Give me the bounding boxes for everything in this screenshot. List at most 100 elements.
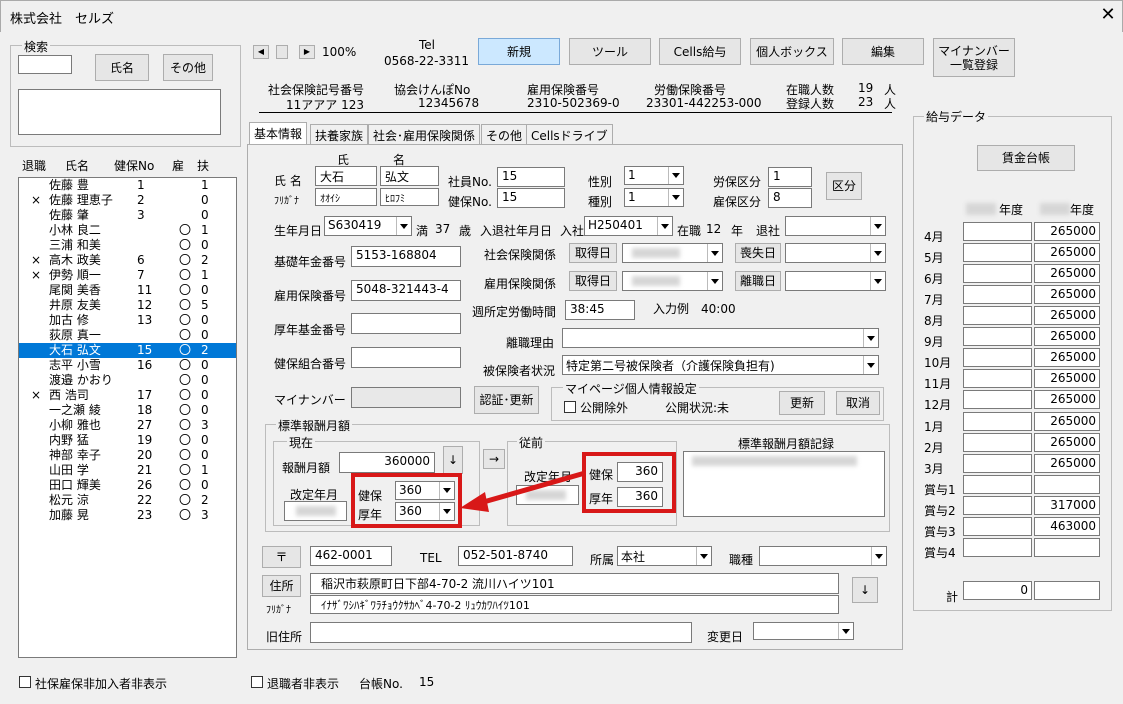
- list-item[interactable]: 内野 猛 19 〇 0: [19, 433, 236, 448]
- payroll-prev-year-cell[interactable]: [963, 348, 1032, 367]
- tab-cells-drive[interactable]: Cellsドライブ: [526, 124, 613, 144]
- payroll-value-cell[interactable]: 265000: [1034, 454, 1100, 473]
- shubetsu-select[interactable]: 1: [624, 188, 684, 207]
- list-item[interactable]: 山田 学 21 〇 1: [19, 463, 236, 478]
- payroll-value-cell[interactable]: 265000: [1034, 264, 1100, 283]
- payroll-value-cell[interactable]: 265000: [1034, 243, 1100, 262]
- edit-button[interactable]: 編集: [842, 38, 924, 65]
- search-memo-box[interactable]: [18, 89, 221, 135]
- payroll-value-cell[interactable]: 463000: [1034, 517, 1100, 536]
- search-name-button[interactable]: 氏名: [95, 54, 149, 81]
- list-item[interactable]: 加古 修 13 〇 0: [19, 313, 236, 328]
- tel-field[interactable]: 052-501-8740: [458, 546, 573, 566]
- payroll-prev-year-cell[interactable]: [963, 264, 1032, 283]
- shokushu-select[interactable]: [759, 546, 887, 566]
- payroll-value-cell[interactable]: [1034, 538, 1100, 557]
- postal-field[interactable]: 462-0001: [310, 546, 392, 566]
- list-item[interactable]: 佐藤 豊 1 1: [19, 178, 236, 193]
- personal-box-button[interactable]: 個人ボックス: [750, 38, 834, 65]
- payroll-value-cell[interactable]: 265000: [1034, 306, 1100, 325]
- old-address-field[interactable]: [310, 622, 692, 643]
- cells-pay-button[interactable]: Cells給与: [659, 38, 741, 65]
- rishoku-riyu-select[interactable]: [562, 328, 879, 348]
- total-field[interactable]: 0: [963, 581, 1032, 600]
- hoshu-field[interactable]: 360000: [339, 452, 435, 473]
- payroll-value-cell[interactable]: [1034, 475, 1100, 494]
- list-item[interactable]: 三浦 和美 〇 0: [19, 238, 236, 253]
- payroll-value-cell[interactable]: 265000: [1034, 369, 1100, 388]
- mynumber-field[interactable]: [351, 387, 461, 408]
- birth-select[interactable]: S630419: [324, 216, 412, 236]
- list-item[interactable]: 志平 小雪 16 〇 0: [19, 358, 236, 373]
- mypage-update-button[interactable]: 更新: [779, 391, 825, 415]
- nyusha-select[interactable]: H250401: [584, 216, 673, 236]
- list-item[interactable]: 加藤 晃 23 〇 3: [19, 508, 236, 523]
- kokai-jogai-checkbox[interactable]: [564, 401, 576, 413]
- payroll-prev-year-cell[interactable]: [963, 517, 1032, 536]
- payroll-value-cell[interactable]: 265000: [1034, 285, 1100, 304]
- soshitsu-select[interactable]: [785, 243, 886, 263]
- payroll-prev-year-cell[interactable]: [963, 454, 1032, 473]
- next-arrow-button[interactable]: ▶: [299, 45, 315, 59]
- hide-retired-checkbox[interactable]: [251, 676, 263, 688]
- seibetsu-select[interactable]: 1: [624, 166, 684, 185]
- koyo-no-field[interactable]: 5048-321443-4: [351, 280, 461, 301]
- list-item[interactable]: 田口 輝美 26 〇 0: [19, 478, 236, 493]
- list-item[interactable]: 一之瀬 綾 18 〇 0: [19, 403, 236, 418]
- mei-field[interactable]: 弘文: [380, 166, 439, 186]
- list-item[interactable]: 小柳 雅也 27 〇 3: [19, 418, 236, 433]
- list-item[interactable]: 小林 良二 〇 1: [19, 223, 236, 238]
- list-item[interactable]: × 佐藤 理恵子 2 0: [19, 193, 236, 208]
- postal-button[interactable]: 〒: [262, 546, 301, 568]
- address-field[interactable]: 稲沢市萩原町日下部4-70-2 流川ハイツ101: [310, 573, 839, 594]
- hihoken-select[interactable]: 特定第二号被保険者（介護保険負担有): [562, 355, 879, 375]
- list-item[interactable]: 佐藤 肇 3 0: [19, 208, 236, 223]
- henko-select[interactable]: [753, 622, 854, 640]
- payroll-prev-year-cell[interactable]: [963, 306, 1032, 325]
- tab-insurance[interactable]: 社会･雇用保険関係: [368, 124, 481, 144]
- payroll-value-cell[interactable]: 265000: [1034, 222, 1100, 241]
- payroll-value-cell[interactable]: 265000: [1034, 348, 1100, 367]
- payroll-value-cell[interactable]: 265000: [1034, 327, 1100, 346]
- rishoku-select[interactable]: [785, 271, 886, 291]
- mynumber-register-button[interactable]: マイナンバー 一覧登録: [933, 38, 1015, 77]
- shozoku-select[interactable]: 本社: [617, 546, 712, 566]
- list-item[interactable]: × 西 浩司 17 〇 0: [19, 388, 236, 403]
- list-item[interactable]: 尾関 美香 11 〇 0: [19, 283, 236, 298]
- tool-button[interactable]: ツール: [569, 38, 651, 65]
- payroll-prev-year-cell[interactable]: [963, 412, 1032, 431]
- payroll-prev-year-cell[interactable]: [963, 222, 1032, 241]
- payroll-prev-year-cell[interactable]: [963, 327, 1032, 346]
- list-item[interactable]: 荻原 真一 〇 0: [19, 328, 236, 343]
- tab-dependents[interactable]: 扶養家族: [310, 124, 369, 144]
- payroll-value-cell[interactable]: 317000: [1034, 496, 1100, 515]
- kumiai-field[interactable]: [351, 347, 461, 368]
- payroll-prev-year-cell[interactable]: [963, 433, 1032, 452]
- list-item[interactable]: 松元 涼 22 〇 2: [19, 493, 236, 508]
- payroll-prev-year-cell[interactable]: [963, 475, 1032, 494]
- jusho-button[interactable]: 住所: [262, 575, 301, 597]
- kosei-field[interactable]: [351, 313, 461, 334]
- payroll-prev-year-cell[interactable]: [963, 390, 1032, 409]
- list-item[interactable]: 大石 弘文 15 〇 2: [19, 343, 236, 358]
- payroll-prev-year-cell[interactable]: [963, 496, 1032, 515]
- kenpo-no-field[interactable]: 15: [497, 188, 565, 208]
- search-input[interactable]: [18, 55, 72, 74]
- sei-kana-field[interactable]: ｵｵｲｼ: [315, 188, 377, 206]
- mypage-cancel-button[interactable]: 取消: [836, 391, 880, 415]
- list-item[interactable]: 渡邉 かおり 〇 0: [19, 373, 236, 388]
- kiso-field[interactable]: 5153-168804: [351, 246, 461, 267]
- tab-other[interactable]: その他: [481, 124, 528, 144]
- employee-list[interactable]: 佐藤 豊 1 1 × 佐藤 理恵子 2 0 佐藤 肇 3 0 小林 良二〇 1 三浦 和美〇 0 × 高木 政…: [18, 177, 237, 658]
- payroll-prev-year-cell[interactable]: [963, 369, 1032, 388]
- payroll-prev-year-cell[interactable]: [963, 243, 1032, 262]
- list-item[interactable]: × 伊勢 順一 7 〇 1: [19, 268, 236, 283]
- list-item[interactable]: 井原 友美 12 〇 5: [19, 298, 236, 313]
- prev-arrow-button[interactable]: ◀: [253, 45, 269, 59]
- list-item[interactable]: 神部 幸子 20 〇 0: [19, 448, 236, 463]
- payroll-value-cell[interactable]: 265000: [1034, 433, 1100, 452]
- new-button[interactable]: 新規: [478, 38, 560, 65]
- shain-no-field[interactable]: 15: [497, 167, 565, 187]
- list-item[interactable]: × 高木 政美 6 〇 2: [19, 253, 236, 268]
- sei-field[interactable]: 大石: [315, 166, 377, 186]
